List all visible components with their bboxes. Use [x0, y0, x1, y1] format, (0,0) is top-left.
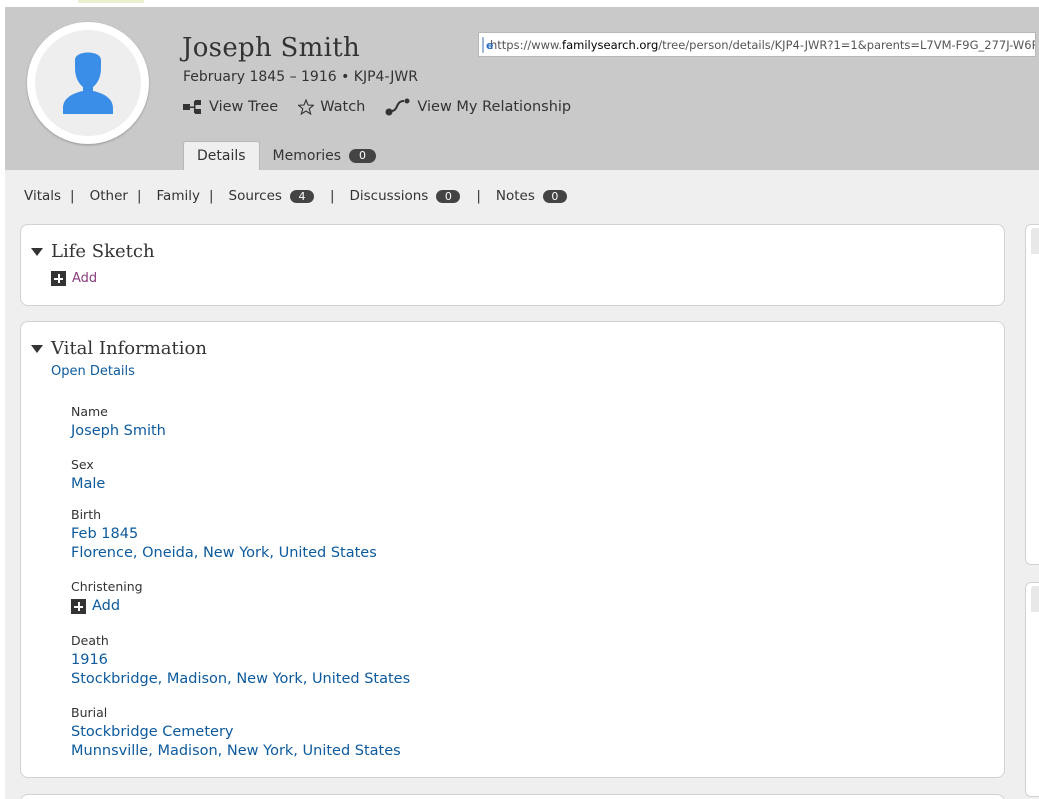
section-nav-notes[interactable]: Notes 0: [496, 188, 567, 204]
vital-birth-place[interactable]: Florence, Oneida, New York, United State…: [71, 544, 377, 563]
person-dates-id: February 1845 – 1916 • KJP4-JWR: [183, 69, 418, 85]
notes-count-badge: 0: [542, 189, 567, 203]
vital-birth-date[interactable]: Feb 1845: [71, 525, 377, 544]
view-tree-label: View Tree: [209, 99, 279, 115]
person-header: Joseph Smith February 1845 – 1916 • KJP4…: [5, 7, 1039, 170]
vital-christening: Christening Add: [71, 579, 143, 616]
tab-details[interactable]: Details: [183, 141, 260, 170]
vital-burial-place[interactable]: Munnsville, Madison, New York, United St…: [71, 742, 401, 761]
address-bar[interactable]: e https://www. familysearch.org/tree/pers…: [478, 32, 1036, 57]
star-outline-icon: [298, 99, 315, 115]
section-nav: Vitals | Other | Family | Sources 4 | Dis…: [24, 188, 567, 204]
view-relationship-label: View My Relationship: [417, 99, 572, 115]
person-name: Joseph Smith: [182, 33, 361, 63]
plus-square-icon: [71, 599, 86, 614]
person-silhouette-icon: [63, 52, 113, 114]
triangle-down-icon: [31, 247, 43, 256]
vital-label: Birth: [71, 507, 102, 522]
plus-square-icon: [51, 271, 66, 286]
tab-details-label: Details: [197, 148, 246, 164]
browser-tab-hint: [78, 0, 144, 3]
url-path: /tree/person/details/KJP4-JWR?1=1&parent…: [658, 37, 1036, 52]
sources-count-badge: 4: [289, 189, 314, 203]
life-sketch-title: Life Sketch: [51, 241, 155, 262]
vital-death: Death 1916 Stockbridge, Madison, New Yor…: [71, 633, 410, 689]
vital-information-header[interactable]: Vital Information: [31, 338, 207, 359]
svg-text:e: e: [486, 39, 493, 52]
section-nav-label: Notes: [495, 188, 535, 204]
vital-label: Sex: [71, 457, 94, 472]
memories-count-badge: 0: [349, 148, 376, 163]
christening-add-button[interactable]: Add: [71, 597, 143, 616]
section-nav-discussions[interactable]: Discussions 0: [350, 188, 461, 204]
section-nav-sources[interactable]: Sources 4: [229, 188, 314, 204]
vital-burial-cemetery[interactable]: Stockbridge Cemetery: [71, 723, 401, 742]
section-nav-separator: |: [70, 188, 75, 204]
right-panel-top: [1025, 224, 1039, 565]
open-details-link[interactable]: Open Details: [51, 364, 135, 379]
life-sketch-card: Life Sketch Add: [20, 224, 1005, 306]
life-sketch-add-label: Add: [72, 271, 98, 286]
vital-death-date[interactable]: 1916: [71, 651, 410, 670]
vital-birth: Birth Feb 1845 Florence, Oneida, New Yor…: [71, 507, 377, 563]
section-nav-other[interactable]: Other: [90, 188, 128, 204]
right-panel-cap: [1031, 586, 1039, 612]
relationship-path-icon: [385, 98, 410, 116]
section-nav-label: Discussions: [349, 188, 429, 204]
url-scheme: https://www.: [490, 37, 563, 52]
right-panel-cap: [1031, 228, 1039, 254]
person-actions: View Tree Watch View My Relationship: [183, 97, 591, 117]
section-nav-separator: |: [329, 188, 335, 204]
vital-burial: Burial Stockbridge Cemetery Munnsville, …: [71, 705, 401, 761]
ie-page-icon: e: [482, 36, 493, 53]
tree-icon: [183, 100, 201, 114]
vital-label: Death: [71, 633, 109, 648]
avatar[interactable]: [27, 22, 149, 144]
section-nav-family[interactable]: Family: [157, 188, 200, 204]
section-nav-label: Vitals: [24, 188, 62, 204]
section-nav-separator: |: [476, 188, 481, 204]
life-sketch-header[interactable]: Life Sketch: [31, 241, 155, 262]
section-nav-vitals[interactable]: Vitals: [24, 188, 61, 204]
section-nav-separator: |: [208, 188, 214, 204]
view-my-relationship-button[interactable]: View My Relationship: [385, 97, 571, 117]
section-nav-label: Family: [156, 188, 200, 204]
section-nav-label: Other: [89, 188, 128, 204]
vital-sex: Sex Male: [71, 457, 105, 494]
vital-name: Name Joseph Smith: [71, 404, 166, 441]
vital-information-title: Vital Information: [51, 338, 207, 359]
person-tabs: Details Memories 0: [183, 141, 389, 170]
page: Joseph Smith February 1845 – 1916 • KJP4…: [5, 7, 1039, 799]
vital-label: Burial: [71, 705, 108, 720]
vital-information-card: Vital Information Open Details Name Jose…: [20, 321, 1005, 778]
vital-death-place[interactable]: Stockbridge, Madison, New York, United S…: [71, 670, 410, 689]
triangle-down-icon: [31, 344, 43, 353]
tab-memories[interactable]: Memories 0: [260, 141, 389, 170]
next-card-edge: [20, 794, 1005, 799]
life-sketch-add-button[interactable]: Add: [51, 271, 97, 286]
view-tree-button[interactable]: View Tree: [183, 99, 278, 115]
watch-label: Watch: [320, 99, 366, 115]
christening-add-label: Add: [92, 598, 121, 614]
vital-name-value[interactable]: Joseph Smith: [71, 422, 166, 441]
top-strip: [0, 0, 1039, 7]
vital-sex-value[interactable]: Male: [71, 475, 105, 494]
watch-button[interactable]: Watch: [298, 99, 365, 115]
section-nav-separator: |: [136, 188, 142, 204]
section-nav-label: Sources: [228, 188, 282, 204]
url-domain: familysearch.org: [562, 37, 659, 52]
discussions-count-badge: 0: [436, 189, 461, 203]
tab-memories-label: Memories: [272, 147, 341, 164]
right-panel-bottom: [1025, 582, 1039, 797]
vital-label: Name: [71, 404, 108, 419]
vital-label: Christening: [71, 579, 143, 594]
